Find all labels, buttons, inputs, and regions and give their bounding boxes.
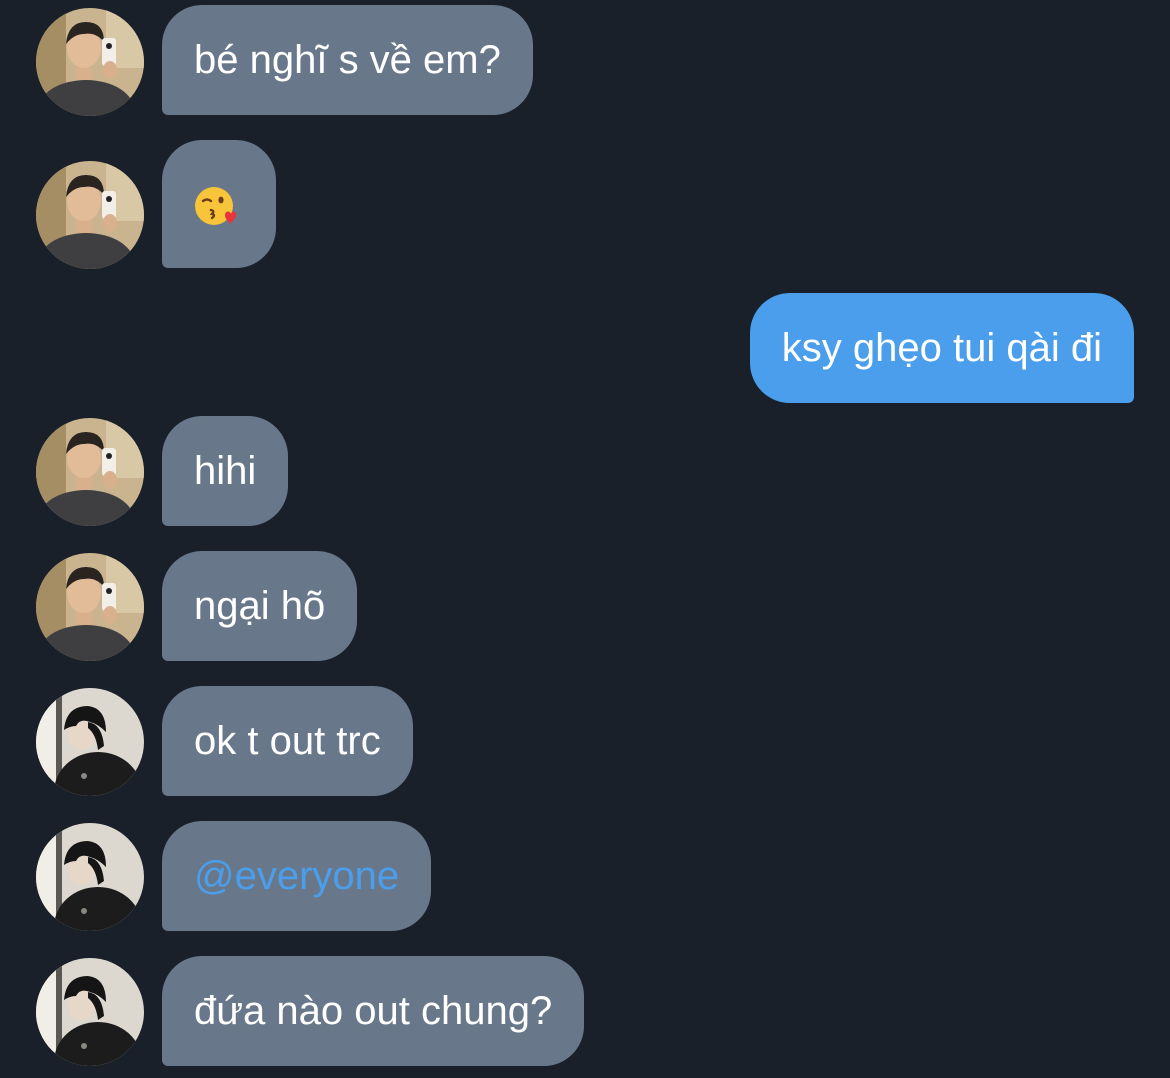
avatar[interactable] (36, 688, 144, 796)
avatar[interactable] (36, 418, 144, 526)
message-bubble[interactable]: ngại hõ (162, 551, 358, 661)
message-bubble[interactable]: đứa nào out chung? (162, 956, 585, 1066)
message-bubble[interactable]: hihi (162, 416, 289, 526)
avatar[interactable] (36, 161, 144, 269)
message-bubble[interactable] (162, 140, 276, 268)
avatar[interactable] (36, 8, 144, 116)
kissing-heart-emoji-icon (193, 186, 236, 227)
avatar[interactable] (36, 553, 144, 661)
avatar[interactable] (36, 823, 144, 931)
message-bubble[interactable]: bé nghĩ s về em? (162, 5, 533, 115)
message-bubble[interactable]: ksy ghẹo tui qài đi (749, 293, 1134, 403)
chat-thread: bé nghĩ s về em? ksy ghẹo tui qài đi hih… (0, 0, 1170, 1078)
message-bubble[interactable]: ok t out trc (162, 686, 413, 796)
message-bubble-mention[interactable]: @everyone (162, 821, 432, 931)
avatar[interactable] (36, 958, 144, 1066)
